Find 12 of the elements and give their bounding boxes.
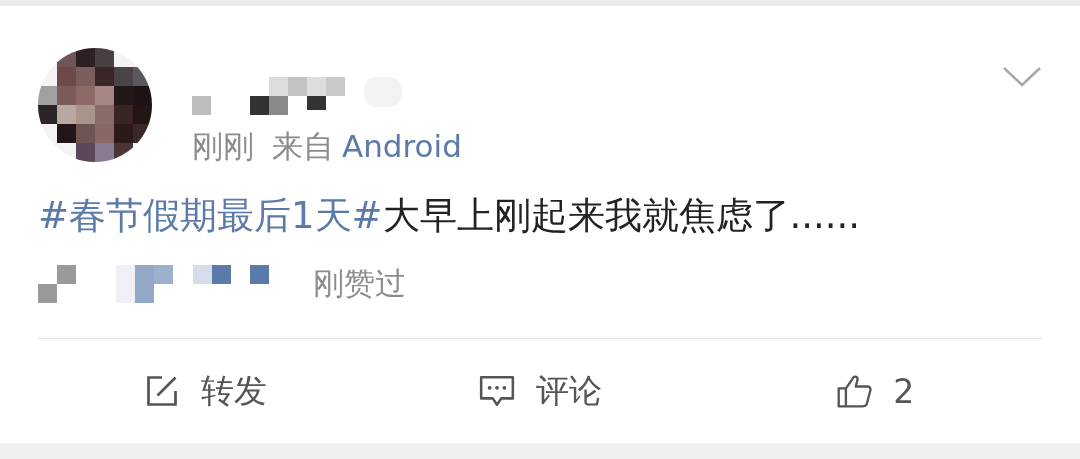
comment-button[interactable]: 评论 (372, 368, 708, 414)
post-text: #春节假期最后1天#大早上刚起来我就焦虑了...... (38, 193, 862, 239)
thumbs-up-icon (835, 373, 874, 409)
source-link[interactable]: Android (342, 126, 462, 166)
comment-icon (478, 373, 516, 409)
repost-button[interactable]: 转发 (38, 368, 373, 414)
chevron-down-icon[interactable] (1002, 66, 1042, 88)
post-time: 刚刚 (192, 127, 254, 166)
source-label: 来自 (272, 127, 334, 166)
topic-link[interactable]: #春节假期最后1天# (38, 194, 383, 237)
liked-by-text: 刚赞过 (313, 264, 406, 303)
like-button[interactable]: 2 (707, 371, 1042, 411)
